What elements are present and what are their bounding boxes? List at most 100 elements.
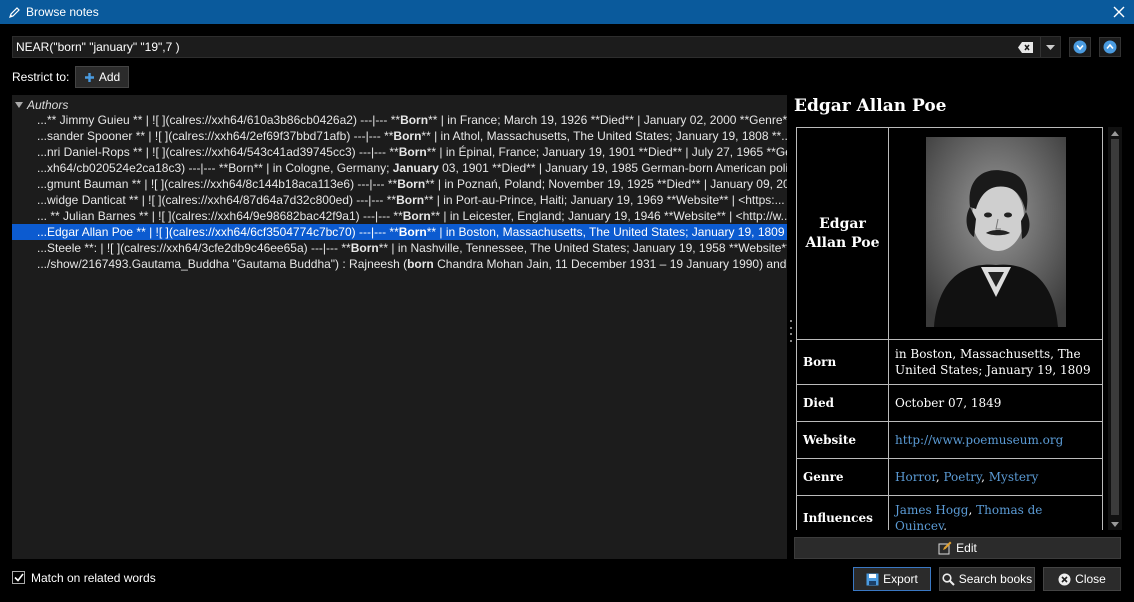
influences-cell: James Hogg, Thomas de Quincey, (888, 495, 1103, 530)
row-text: ** | in Nashville, Tennessee, The United… (378, 241, 787, 255)
add-button-label: Add (98, 70, 121, 84)
row-text: ** | in France; March 19, 1926 **Died** … (428, 113, 787, 127)
plus-icon (84, 72, 94, 82)
row-highlight: Born (393, 129, 422, 143)
window-title: Browse notes (26, 5, 99, 19)
result-row[interactable]: ...Steele **: | ![ ](calres://xxh64/3cfe… (12, 240, 787, 256)
genre-separator: , (981, 470, 989, 484)
author-portrait (925, 137, 1066, 327)
row-highlight: January (392, 161, 439, 175)
row-highlight: Born (398, 145, 427, 159)
result-row[interactable]: ... ** Julian Barnes ** | ![ ](calres://… (12, 208, 787, 224)
search-books-button[interactable]: Search books (939, 567, 1035, 591)
row-text: ** | in Leicester, England; January 19, … (430, 209, 787, 223)
search-books-label: Search books (958, 572, 1033, 586)
match-related-checkbox[interactable] (12, 571, 25, 584)
collapse-arrow-icon (15, 102, 23, 108)
result-row[interactable]: ...** Jimmy Guieu ** | ![ ](calres://xxh… (12, 112, 787, 128)
row-highlight: Born (402, 209, 431, 223)
row-highlight: Born (396, 193, 425, 207)
row-text: ...sander Spooner ** | ![ ](calres://xxh… (37, 129, 394, 143)
restrict-label: Restrict to: (12, 70, 70, 84)
add-restriction-button[interactable]: Add (75, 66, 129, 88)
genre-cell: Horror, Poetry, Mystery (888, 458, 1103, 496)
website-label: Website (796, 421, 889, 459)
name-cell: Edgar Allan Poe (796, 127, 889, 340)
search-icon (942, 572, 955, 586)
splitter-handle[interactable] (789, 320, 792, 342)
born-value: in Boston, Massachusetts, The United Sta… (888, 339, 1103, 385)
genre-link-mystery[interactable]: Mystery (989, 470, 1039, 484)
row-text: ... ** Julian Barnes ** | ![ ](calres://… (37, 209, 403, 223)
result-row[interactable]: ...xh64/cb020524e2ca18c3) ---|--- **Born… (12, 160, 787, 176)
row-text: ...xh64/cb020524e2ca18c3) ---|--- **Born… (37, 161, 393, 175)
row-text: ** | in Boston, Massachusetts, The Unite… (426, 225, 787, 239)
info-table: Edgar Allan Poe Born in Boston, Massachu… (796, 127, 1103, 530)
influence-separator: , (968, 503, 977, 517)
edit-button[interactable]: Edit (794, 537, 1121, 559)
died-label: Died (796, 384, 889, 422)
preview-pane: Edgar Allan Poe Born in Boston, Massachu… (796, 127, 1104, 530)
close-button[interactable]: Close (1043, 567, 1121, 591)
scrollbar-thumb[interactable] (1111, 139, 1119, 515)
tree-group-label: Authors (27, 98, 69, 112)
row-highlight: Born (350, 241, 379, 255)
row-highlight: born (407, 257, 434, 271)
result-row[interactable]: ...Edgar Allan Poe ** | ![ ](calres://xx… (12, 224, 787, 240)
row-highlight: Born (398, 225, 427, 239)
result-row[interactable]: .../show/2167493.Gautama_Buddha "Gautama… (12, 256, 787, 272)
row-text: ** | in Athol, Massachusetts, The United… (421, 129, 787, 143)
match-related-label[interactable]: Match on related words (31, 571, 156, 585)
window-close-icon[interactable] (1110, 3, 1128, 21)
search-input[interactable] (13, 37, 1016, 57)
row-text: ** | in Poznań, Poland; November 19, 192… (425, 177, 787, 191)
row-text: ...** Jimmy Guieu ** | ![ ](calres://xxh… (37, 113, 401, 127)
row-text: ...nri Daniel-Rops ** | ![ ](calres://xx… (37, 145, 399, 159)
born-label: Born (796, 339, 889, 385)
author-name-line1: Edgar (819, 215, 866, 232)
row-text: ** | in Port-au-Prince, Haiti; January 1… (424, 193, 785, 207)
row-text: Chandra Mohan Jain, 11 December 1931 – 1… (433, 257, 787, 271)
result-rows: ...** Jimmy Guieu ** | ![ ](calres://xxh… (12, 112, 787, 272)
scroll-up-icon[interactable] (1110, 128, 1120, 138)
result-row[interactable]: ...widge Danticat ** | ![ ](calres://xxh… (12, 192, 787, 208)
row-text: .../show/2167493.Gautama_Buddha "Gautama… (37, 257, 408, 271)
died-value: October 07, 1849 (888, 384, 1103, 422)
history-dropdown-button[interactable] (1040, 37, 1060, 57)
search-box (12, 36, 1061, 58)
clear-search-icon[interactable] (1016, 38, 1034, 56)
preview-scrollbar[interactable] (1108, 127, 1122, 530)
row-text: ...Edgar Allan Poe ** | ![ ](calres://xx… (37, 225, 399, 239)
export-button[interactable]: Export (853, 567, 931, 591)
results-tree: Authors ...** Jimmy Guieu ** | ![ ](calr… (12, 95, 787, 559)
influence-link-hogg[interactable]: James Hogg (895, 503, 968, 517)
pencil-icon (7, 5, 21, 19)
row-text: ** | in Épinal, France; January 19, 1901… (426, 145, 787, 159)
result-row[interactable]: ...gmunt Bauman ** | ![ ](calres://xxh64… (12, 176, 787, 192)
search-up-button[interactable] (1099, 37, 1121, 57)
result-row[interactable]: ...nri Daniel-Rops ** | ![ ](calres://xx… (12, 144, 787, 160)
genre-link-horror[interactable]: Horror (895, 470, 936, 484)
genre-link-poetry[interactable]: Poetry (943, 470, 981, 484)
row-highlight: Born (400, 113, 429, 127)
result-row[interactable]: ...sander Spooner ** | ![ ](calres://xxh… (12, 128, 787, 144)
save-icon (866, 573, 879, 585)
website-cell: http://www.poemuseum.org (888, 421, 1103, 459)
scroll-down-icon[interactable] (1110, 519, 1120, 529)
close-label: Close (1075, 572, 1106, 586)
close-circle-icon (1058, 573, 1071, 585)
row-text: ...widge Danticat ** | ![ ](calres://xxh… (37, 193, 397, 207)
author-name-line2: Allan Poe (805, 234, 880, 251)
preview-title: Edgar Allan Poe (794, 96, 947, 116)
row-text: ...Steele **: | ![ ](calres://xxh64/3cfe… (37, 241, 351, 255)
edit-icon (938, 541, 952, 555)
influence-separator: , (943, 519, 947, 530)
row-highlight: Born (397, 177, 426, 191)
tree-group-authors[interactable]: Authors (15, 97, 68, 113)
export-label: Export (883, 572, 918, 586)
website-link[interactable]: http://www.poemuseum.org (895, 433, 1063, 447)
portrait-cell (888, 127, 1103, 340)
checkmark-icon (13, 573, 24, 582)
influences-label: Influences (796, 495, 889, 530)
search-down-button[interactable] (1069, 37, 1091, 57)
